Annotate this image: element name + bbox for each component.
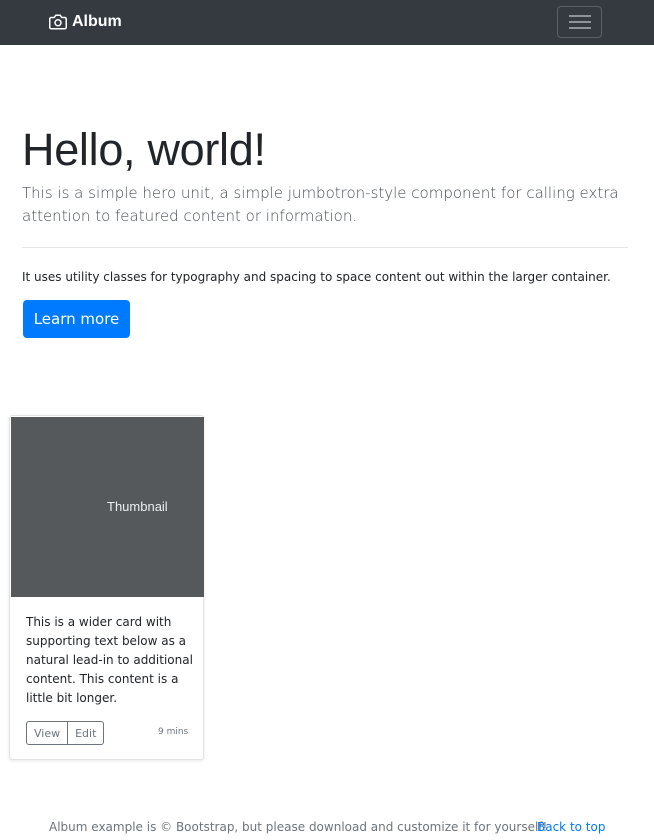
card-time: 9 mins [158, 727, 189, 737]
hamburger-menu-icon [568, 15, 591, 29]
card-button-group: View Edit [26, 721, 105, 745]
card-thumbnail: Thumbnail [11, 417, 204, 597]
thumbnail-label: Thumbnail [107, 499, 168, 514]
brand-link[interactable]: Album [49, 12, 122, 32]
view-button[interactable]: View [26, 721, 69, 745]
album-card: Thumbnail This is a wider card with supp… [9, 415, 204, 760]
hero-body-text: It uses utility classes for typography a… [22, 270, 611, 284]
navbar: Album [0, 0, 654, 45]
brand-name: Album [72, 13, 122, 30]
hero-divider [22, 247, 628, 248]
learn-more-button[interactable]: Learn more [23, 300, 130, 338]
card-text: This is a wider card with supporting tex… [26, 615, 193, 705]
back-to-top-link[interactable]: Back to top [537, 820, 605, 834]
edit-button[interactable]: Edit [68, 721, 105, 745]
hero-title: Hello, world! [22, 124, 266, 175]
hero-lead: This is a simple hero unit, a simple jum… [22, 184, 619, 225]
footer-text: Album example is © Bootstrap, but please… [49, 820, 548, 834]
camera-icon [49, 14, 67, 30]
navbar-toggler-button[interactable] [557, 6, 602, 38]
